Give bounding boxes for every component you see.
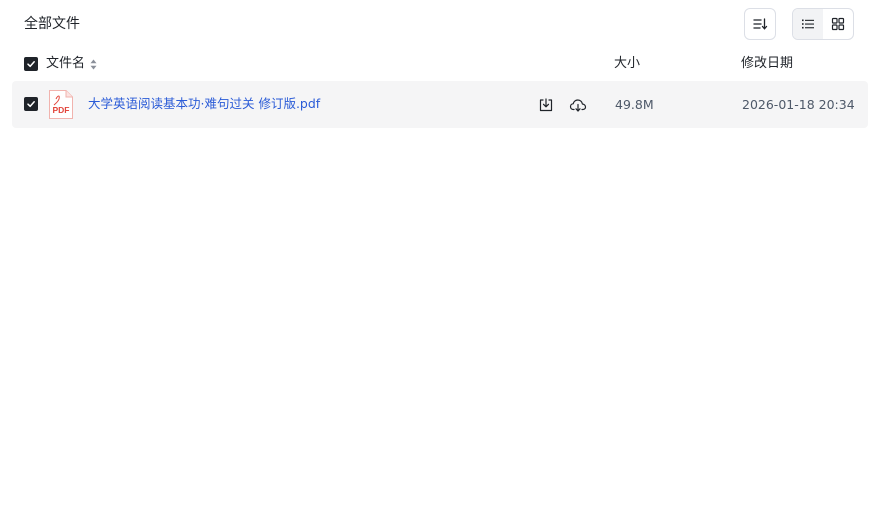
table-row[interactable]: PDF 大学英语阅读基本功·难句过关 修订版.pdf 49.8M 2026-01… bbox=[12, 81, 868, 128]
row-checkbox[interactable] bbox=[24, 97, 38, 111]
check-icon bbox=[27, 101, 35, 108]
grid-view-icon bbox=[831, 17, 845, 31]
pdf-icon-label: PDF bbox=[53, 105, 70, 115]
file-modified-date: 2026-01-18 20:34 bbox=[742, 97, 855, 112]
column-name-header[interactable]: 文件名 bbox=[46, 55, 97, 73]
column-modified-header[interactable]: 修改日期 bbox=[741, 55, 793, 73]
download-button[interactable] bbox=[536, 95, 556, 115]
page-title: 全部文件 bbox=[24, 16, 80, 32]
list-view-icon bbox=[802, 19, 814, 29]
save-to-cloud-button[interactable] bbox=[568, 95, 588, 115]
table-header: 文件名 大小 修改日期 bbox=[12, 52, 868, 76]
grid-view-button[interactable] bbox=[823, 9, 853, 39]
column-name-label: 文件名 bbox=[46, 56, 86, 71]
file-name-link[interactable]: 大学英语阅读基本功·难句过关 修订版.pdf bbox=[88, 95, 320, 113]
download-icon bbox=[539, 98, 553, 112]
view-toggle bbox=[792, 8, 854, 40]
check-icon bbox=[27, 61, 35, 68]
sort-button[interactable] bbox=[744, 8, 776, 40]
column-size-header[interactable]: 大小 bbox=[614, 55, 640, 73]
sort-caret-icon[interactable] bbox=[90, 59, 97, 70]
list-view-button[interactable] bbox=[793, 9, 823, 39]
cloud-save-icon bbox=[569, 99, 587, 112]
pdf-file-icon: PDF bbox=[48, 89, 74, 120]
sort-list-icon bbox=[753, 18, 768, 30]
select-all-checkbox[interactable] bbox=[24, 57, 38, 71]
file-size: 49.8M bbox=[615, 97, 654, 112]
